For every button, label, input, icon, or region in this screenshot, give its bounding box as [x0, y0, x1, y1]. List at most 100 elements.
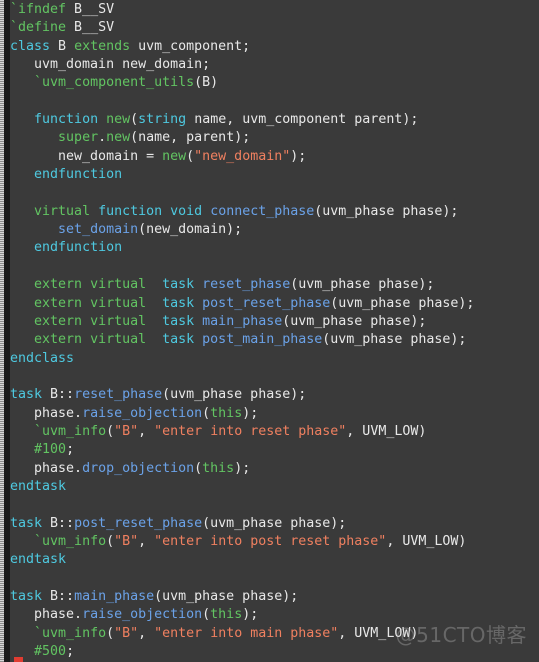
code-line: extern virtual task post_reset_phase(uvm…	[10, 295, 539, 313]
code-line: `uvm_info("B", "enter into main phase", …	[10, 625, 539, 643]
code-token: new	[106, 130, 131, 146]
code-token: "B"	[114, 625, 139, 641]
code-token: void	[170, 203, 203, 219]
code-line: extern virtual task post_main_phase(uvm_…	[10, 331, 539, 349]
code-token: (uvm_phase phase);	[290, 277, 435, 293]
code-line: `define B__SV	[10, 19, 539, 37]
code-line: virtual function void connect_phase(uvm_…	[10, 203, 539, 221]
code-token: set_domain	[58, 222, 139, 238]
code-token: (uvm_phase phase);	[162, 387, 307, 403]
code-token: extern virtual	[34, 313, 147, 329]
code-token: (new_domain);	[138, 222, 243, 238]
code-token: reset_phase	[74, 387, 163, 403]
code-line: endfunction	[10, 166, 539, 184]
code-token: ,	[138, 423, 155, 439]
gutter-dark-strip	[4, 0, 10, 662]
code-token: B	[50, 38, 75, 54]
code-token: `uvm_info	[34, 423, 107, 439]
code-token: "B"	[114, 423, 139, 439]
code-token: extern virtual	[34, 332, 147, 348]
code-line: super.new(name, parent);	[10, 129, 539, 147]
code-token: function	[34, 112, 99, 128]
code-line: endtask	[10, 551, 539, 569]
code-token: ,	[138, 625, 155, 641]
code-token: this	[210, 405, 243, 421]
code-line: #500;	[10, 643, 539, 661]
code-token: );	[290, 148, 307, 164]
code-token: (B)	[194, 75, 219, 91]
code-line: `ifndef B__SV	[10, 1, 539, 19]
code-text-area[interactable]: `ifndef B__SV `define B__SV class B extend…	[10, 0, 539, 662]
code-line: function new(string name, uvm_component …	[10, 111, 539, 129]
code-token: super	[58, 130, 99, 146]
code-token: "new_domain"	[194, 148, 291, 164]
code-token: "B"	[114, 533, 139, 549]
code-token: drop_objection	[82, 460, 195, 476]
code-token: (uvm_phase phase);	[282, 313, 427, 329]
code-token: #500	[34, 644, 67, 660]
code-token: post_main_phase	[202, 332, 323, 348]
code-token: virtual	[34, 203, 91, 219]
code-line: `uvm_component_utils(B)	[10, 74, 539, 92]
code-token: (uvm_phase phase);	[322, 332, 467, 348]
code-line: phase.drop_objection(this);	[10, 460, 539, 478]
code-token: connect_phase	[210, 203, 315, 219]
code-token: task	[10, 589, 43, 604]
code-token: endclass	[10, 350, 75, 366]
code-line: extern virtual task main_phase(uvm_phase…	[10, 313, 539, 331]
code-line: phase.raise_objection(this);	[10, 405, 539, 423]
code-token: class	[10, 38, 51, 54]
code-token: extern virtual	[34, 295, 147, 311]
code-token: main_phase	[74, 589, 155, 604]
code-token: .	[98, 130, 107, 146]
code-token: "enter into reset phase"	[154, 423, 347, 439]
code-token: , UVM_LOW)	[338, 625, 419, 641]
code-token: (uvm_phase phase);	[202, 515, 347, 531]
code-token: (	[202, 405, 211, 421]
code-token: (	[194, 460, 203, 476]
code-token: phase.	[10, 405, 83, 421]
code-token: name, uvm_component parent);	[186, 112, 419, 128]
code-token: post_reset_phase	[202, 295, 331, 311]
code-token: task	[162, 295, 195, 311]
code-token: (uvm_phase phase);	[154, 589, 299, 604]
code-token: B__SV	[66, 2, 115, 17]
editor-left-gutter	[0, 0, 10, 662]
code-token: (name, parent);	[130, 130, 251, 146]
code-token: task	[10, 387, 43, 403]
code-token: B__SV	[66, 20, 115, 36]
code-token: "enter into main phase"	[154, 625, 339, 641]
code-token: (	[106, 625, 115, 641]
code-token: `ifndef	[10, 2, 67, 17]
code-line: uvm_domain new_domain;	[10, 56, 539, 74]
code-token: uvm_domain new_domain;	[10, 57, 211, 73]
code-line: #100;	[10, 441, 539, 459]
code-token: task	[162, 332, 195, 348]
code-token: (	[186, 148, 195, 164]
code-token: raise_objection	[82, 405, 203, 421]
code-token: endtask	[10, 552, 67, 568]
code-token: ;	[66, 442, 75, 458]
code-token: );	[242, 607, 259, 623]
code-token: , UVM_LOW)	[346, 423, 427, 439]
